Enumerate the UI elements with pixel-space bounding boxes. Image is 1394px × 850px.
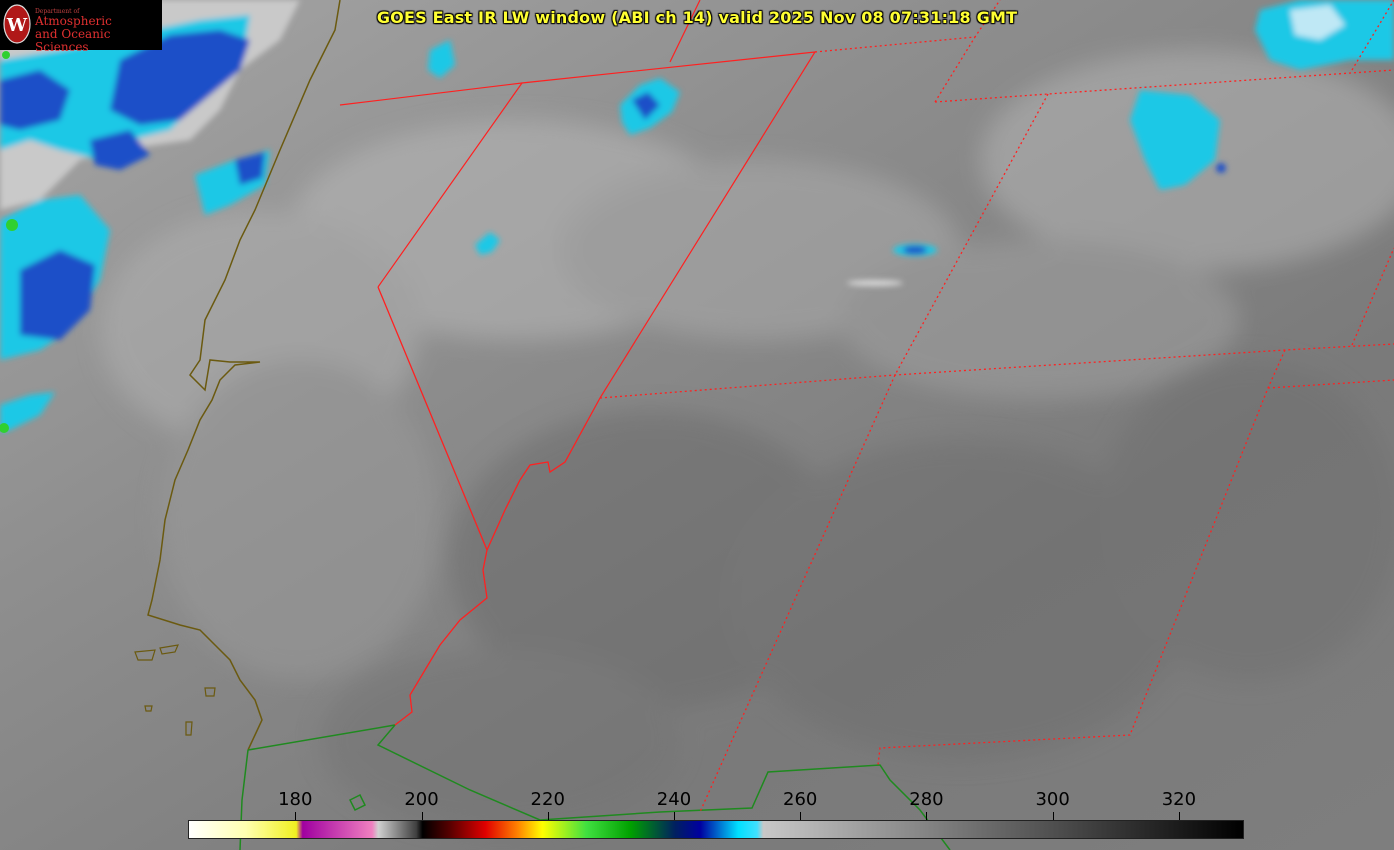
colorbar-tick-mark [926,812,928,820]
colorbar-tick-label: 200 [404,789,439,810]
colorbar-tick-mark [547,812,549,820]
satellite-image [0,0,1394,850]
colorbar-tick-mark [295,812,297,820]
colorbar-tick-label: 280 [909,789,944,810]
image-title: GOES East IR LW window (ABI ch 14) valid… [376,8,1018,27]
logo-line-2: and Oceanic Sciences [35,27,111,54]
colorbar-tick-label: 240 [656,789,692,810]
colorbar-tick-label: 260 [783,789,818,810]
temperature-colorbar [188,820,1244,839]
colorbar-tick-mark [1178,812,1180,820]
colorbar-tick-mark [1052,812,1054,820]
colorbar-tick-label: 320 [1161,789,1197,810]
colorbar-tick-label: 220 [530,789,565,810]
colorbar-tick-mark [800,812,802,820]
colorbar-tick-mark [673,812,675,820]
colorbar-tick-mark [421,812,423,820]
colorbar-tick-label: 180 [278,789,313,810]
satellite-map-view: W Department of Atmospheric and Oceanic … [0,0,1394,850]
colorbar-tick-label: 300 [1035,789,1070,810]
